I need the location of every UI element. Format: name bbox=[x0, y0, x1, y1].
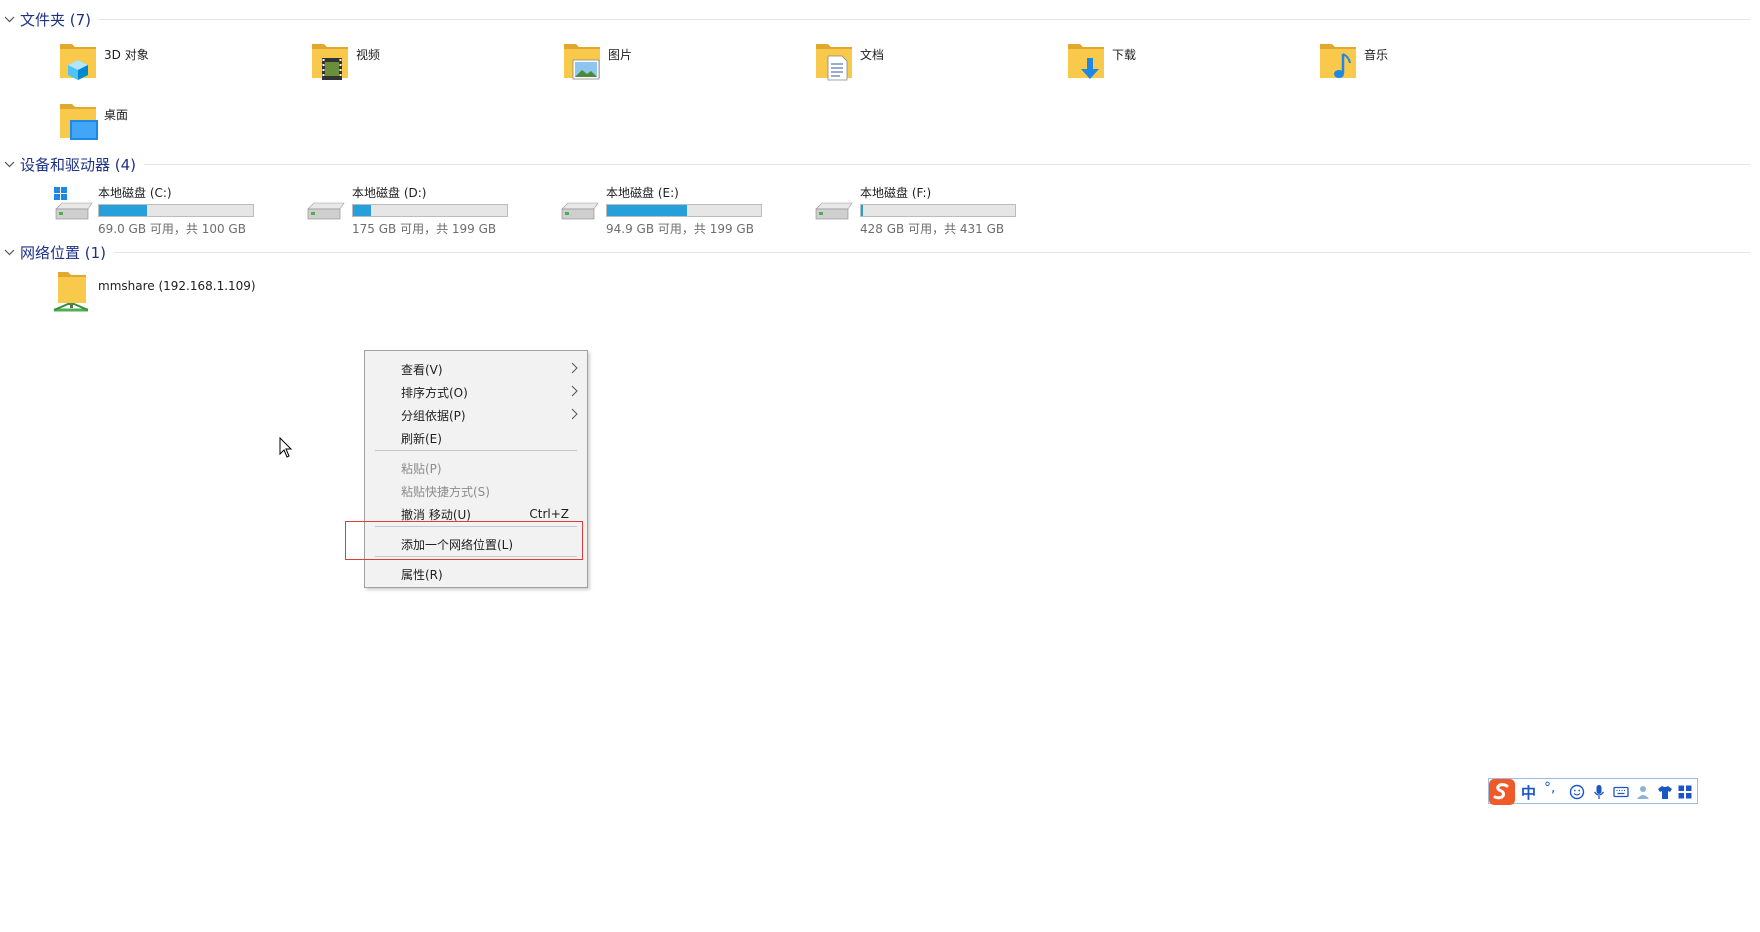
drive-item-c[interactable]: 本地磁盘 (C:) 69.0 GB 可用，共 100 GB bbox=[52, 183, 254, 237]
drive-free-space: 428 GB 可用，共 431 GB bbox=[860, 222, 1005, 236]
chevron-down-icon[interactable] bbox=[0, 10, 18, 28]
drive-usage-fill bbox=[99, 205, 147, 216]
folder-item-music[interactable]: 音乐 bbox=[1318, 40, 1388, 82]
videos-folder-icon bbox=[312, 44, 348, 80]
folder-label: 3D 对象 bbox=[104, 48, 149, 62]
folder-item-3d-objects[interactable]: 3D 对象 bbox=[58, 40, 149, 82]
pictures-folder-icon bbox=[564, 44, 600, 80]
section-title: 网络位置 (1) bbox=[20, 243, 107, 262]
section-divider bbox=[114, 251, 1750, 253]
folder-item-downloads[interactable]: 下载 bbox=[1066, 40, 1136, 82]
drive-icon bbox=[307, 202, 345, 220]
menu-item-paste: 粘贴(P) bbox=[401, 461, 442, 476]
menu-item-refresh[interactable]: 刷新(E) bbox=[365, 427, 587, 449]
folder-label: 图片 bbox=[608, 48, 633, 62]
menu-item-shortcut: Ctrl+Z bbox=[529, 507, 569, 521]
drive-name: 本地磁盘 (C:) bbox=[98, 186, 172, 200]
drive-usage-fill bbox=[353, 205, 372, 216]
ime-toolbar[interactable]: 中 °, bbox=[1488, 778, 1698, 806]
skin-icon[interactable] bbox=[1657, 784, 1673, 800]
drive-free-space: 94.9 GB 可用，共 199 GB bbox=[606, 222, 754, 236]
drive-usage-bar bbox=[860, 204, 1016, 217]
menu-item-properties[interactable]: 属性(R) bbox=[365, 563, 587, 585]
toolbox-icon[interactable] bbox=[1677, 784, 1693, 800]
section-header-folders[interactable]: 文件夹 (7) bbox=[0, 10, 1760, 29]
mouse-cursor-icon bbox=[279, 437, 293, 458]
desktop-folder-icon bbox=[60, 104, 98, 140]
section-title: 设备和驱动器 (4) bbox=[20, 155, 137, 174]
microphone-icon[interactable] bbox=[1591, 784, 1607, 800]
drive-usage-fill bbox=[861, 205, 863, 216]
folder-label: 桌面 bbox=[104, 108, 129, 122]
menu-item-paste-shortcut: 粘贴快捷方式(S) bbox=[401, 484, 490, 499]
drive-name: 本地磁盘 (E:) bbox=[606, 186, 679, 200]
section-header-devices[interactable]: 设备和驱动器 (4) bbox=[0, 155, 1760, 174]
drive-icon bbox=[815, 202, 853, 220]
drive-free-space: 69.0 GB 可用，共 100 GB bbox=[98, 222, 246, 236]
chevron-right-icon bbox=[571, 385, 578, 397]
folder-item-desktop[interactable]: 桌面 bbox=[58, 100, 128, 142]
section-divider bbox=[144, 163, 1750, 165]
3d-objects-folder-icon bbox=[60, 44, 96, 80]
drive-icon bbox=[561, 202, 599, 220]
downloads-folder-icon bbox=[1068, 44, 1104, 79]
drive-usage-bar bbox=[98, 204, 254, 217]
ime-punctuation-toggle[interactable]: °, bbox=[1544, 780, 1555, 796]
user-icon[interactable] bbox=[1635, 784, 1651, 800]
folder-label: 下载 bbox=[1112, 48, 1137, 62]
menu-item-view[interactable]: 查看(V) bbox=[365, 358, 587, 380]
documents-folder-icon bbox=[816, 44, 852, 81]
network-location-label: mmshare (192.168.1.109) bbox=[98, 279, 256, 293]
highlight-annotation-box bbox=[345, 521, 583, 560]
folder-label: 视频 bbox=[356, 48, 381, 62]
menu-item-group-by[interactable]: 分组依据(P) bbox=[365, 404, 587, 426]
music-folder-icon bbox=[1320, 44, 1356, 78]
sogou-logo-icon[interactable] bbox=[1488, 778, 1516, 806]
emoji-icon[interactable] bbox=[1569, 784, 1585, 800]
folder-item-videos[interactable]: 视频 bbox=[310, 40, 380, 82]
chevron-right-icon bbox=[571, 408, 578, 420]
windows-drive-icon bbox=[54, 187, 93, 220]
folder-label: 文档 bbox=[860, 48, 885, 62]
folder-label: 音乐 bbox=[1364, 48, 1389, 62]
drive-item-d[interactable]: 本地磁盘 (D:) 175 GB 可用，共 199 GB bbox=[306, 183, 508, 237]
keyboard-icon[interactable] bbox=[1613, 784, 1629, 800]
drive-usage-fill bbox=[607, 205, 688, 216]
chevron-right-icon bbox=[571, 362, 578, 374]
menu-separator bbox=[375, 450, 577, 451]
section-title: 文件夹 (7) bbox=[20, 10, 92, 29]
folder-item-documents[interactable]: 文档 bbox=[814, 40, 884, 82]
chevron-down-icon[interactable] bbox=[0, 243, 18, 261]
drive-name: 本地磁盘 (D:) bbox=[352, 186, 427, 200]
section-divider bbox=[99, 18, 1750, 20]
folder-item-pictures[interactable]: 图片 bbox=[562, 40, 632, 82]
drive-name: 本地磁盘 (F:) bbox=[860, 186, 932, 200]
drive-item-f[interactable]: 本地磁盘 (F:) 428 GB 可用，共 431 GB bbox=[814, 183, 1016, 237]
drive-free-space: 175 GB 可用，共 199 GB bbox=[352, 222, 497, 236]
drive-usage-bar bbox=[352, 204, 508, 217]
drive-item-e[interactable]: 本地磁盘 (E:) 94.9 GB 可用，共 199 GB bbox=[560, 183, 762, 237]
network-item-mmshare[interactable]: mmshare (192.168.1.109) bbox=[50, 270, 256, 316]
chevron-down-icon[interactable] bbox=[0, 155, 18, 173]
network-share-icon bbox=[53, 272, 89, 312]
section-header-network[interactable]: 网络位置 (1) bbox=[0, 243, 1760, 262]
drive-usage-bar bbox=[606, 204, 762, 217]
ime-mode-toggle[interactable]: 中 bbox=[1521, 782, 1536, 803]
menu-item-sort-by[interactable]: 排序方式(O) bbox=[365, 381, 587, 403]
